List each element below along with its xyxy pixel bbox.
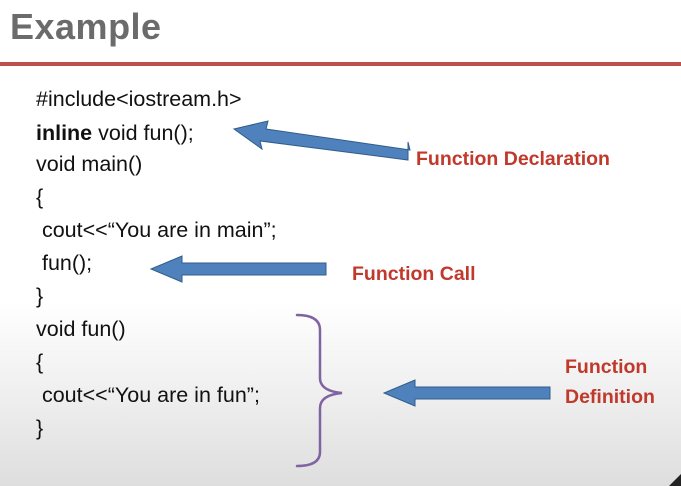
declaration-arrow-icon: [232, 120, 411, 161]
function-call-label: Function Call: [352, 263, 476, 285]
page-corner-fold: [669, 474, 681, 486]
function-definition-label-line2: Definition: [565, 386, 655, 408]
annotation-overlay: [149, 120, 551, 468]
definition-brace-icon: [295, 313, 343, 468]
function-definition-label-line1: Function: [565, 356, 648, 378]
call-arrow-icon: [149, 255, 327, 283]
definition-arrow-icon: [382, 379, 551, 407]
function-declaration-label: Function Declaration: [416, 148, 610, 170]
